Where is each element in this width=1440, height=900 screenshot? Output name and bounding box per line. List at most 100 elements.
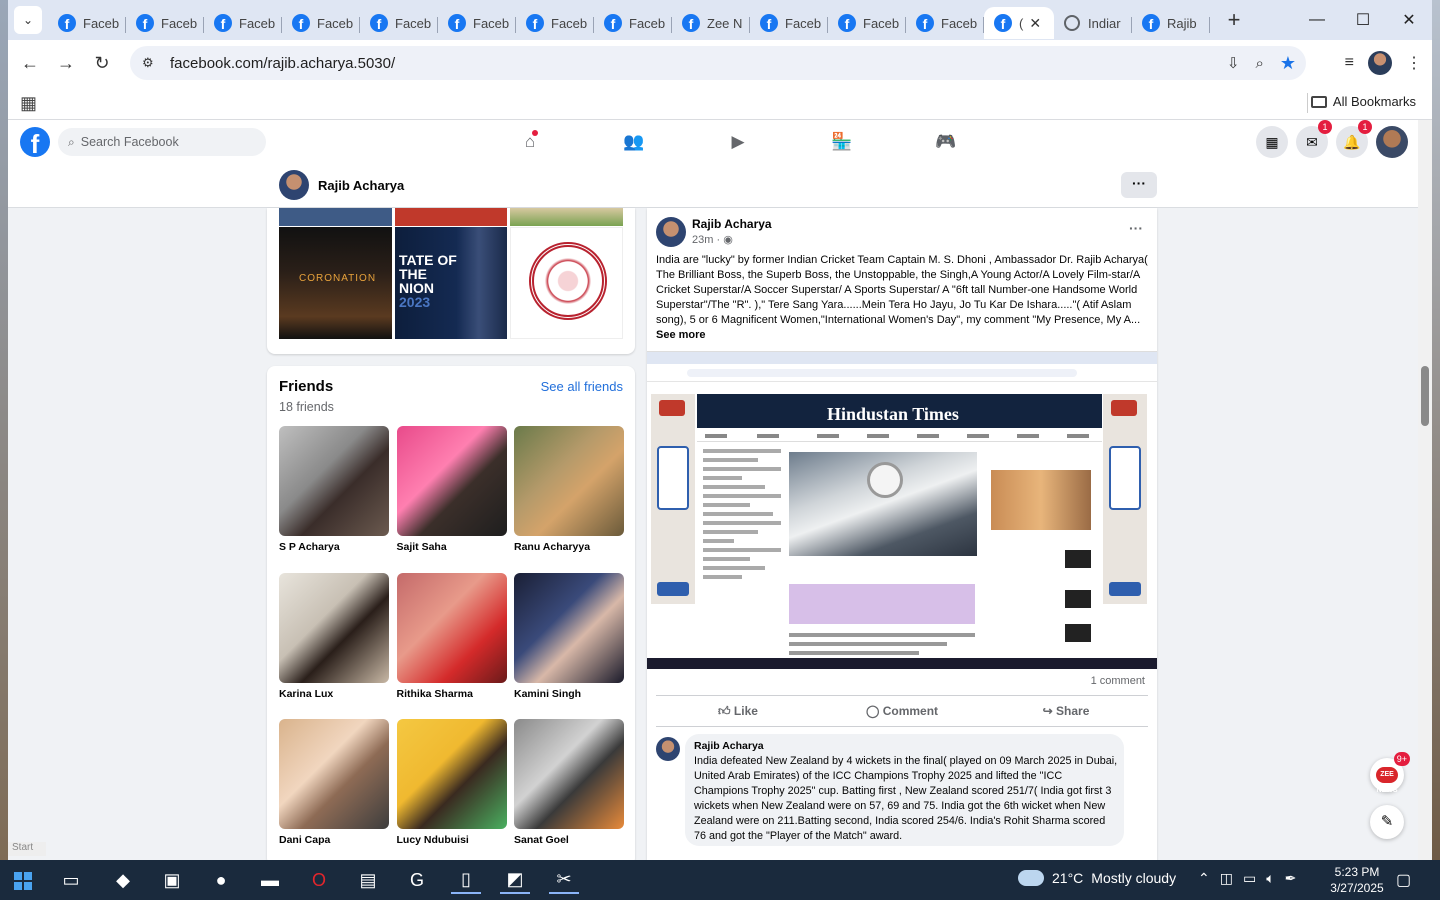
install-app-icon[interactable]: ⇩ <box>1227 54 1240 72</box>
friends-icon[interactable]: 👥 <box>582 120 686 164</box>
close-window-icon[interactable]: ✕ <box>1386 0 1432 40</box>
facebook-logo-icon[interactable]: f <box>20 127 50 157</box>
comment-author-name[interactable]: Rajib Acharya <box>694 740 764 752</box>
media-control-icon[interactable]: ≡ <box>1345 54 1354 72</box>
comment-author-avatar[interactable] <box>656 737 680 761</box>
friend-name[interactable]: Lucy Ndubuisi <box>397 834 507 846</box>
browser-tab[interactable]: f Faceb <box>438 7 516 39</box>
menu-grid-icon[interactable]: ▦ <box>1256 126 1288 158</box>
friend-name[interactable]: Karina Lux <box>279 688 389 700</box>
reload-icon[interactable]: ↻ <box>84 53 120 74</box>
share-button[interactable]: ↪ Share <box>984 696 1148 726</box>
back-icon[interactable]: ← <box>12 53 48 74</box>
site-info-icon[interactable]: ⚙ <box>142 55 160 71</box>
profile-more-button[interactable]: ··· <box>1121 172 1157 198</box>
friend-name[interactable]: Dani Capa <box>279 834 389 846</box>
browser-tab[interactable]: f Rajib <box>1132 7 1210 39</box>
comment-button[interactable]: ◯ Comment <box>820 696 984 726</box>
network-icon[interactable]: ▭ <box>1243 870 1256 887</box>
chevron-up-icon[interactable]: ⌃ <box>1198 870 1210 887</box>
video-icon[interactable]: ▶ <box>686 120 790 164</box>
friend-card[interactable]: Rithika Sharma <box>396 572 507 700</box>
browser-tab[interactable]: f Faceb <box>282 7 360 39</box>
friend-card[interactable]: Lucy Ndubuisi <box>396 719 507 846</box>
facebook-search-input[interactable]: ⌕ Search Facebook <box>58 128 266 156</box>
photo-strip-2[interactable] <box>395 208 507 226</box>
post-author-name[interactable]: Rajib Acharya <box>692 217 772 231</box>
friend-photo[interactable] <box>514 426 624 536</box>
zoom-icon[interactable]: ⌕ <box>1255 55 1263 72</box>
photo-strip-3[interactable] <box>510 208 623 226</box>
forward-icon[interactable]: → <box>48 53 84 74</box>
minimize-icon[interactable]: — <box>1294 0 1340 40</box>
page-scrollbar[interactable] <box>1418 120 1432 860</box>
apps-grid-icon[interactable]: ▦ <box>20 93 37 114</box>
friend-photo[interactable] <box>396 572 507 683</box>
opera-icon[interactable]: O <box>304 866 334 894</box>
friend-name[interactable]: Sanat Goel <box>514 834 624 846</box>
photo-state-of-union[interactable]: TATE OF THE NION 2023 <box>395 227 507 339</box>
copilot-icon[interactable]: ◆ <box>108 866 138 894</box>
maximize-icon[interactable]: ☐ <box>1340 0 1386 40</box>
friend-card[interactable]: Sanat Goel <box>514 719 624 846</box>
friend-photo[interactable] <box>514 719 624 829</box>
notifications-bell-icon[interactable]: 🔔 1 <box>1336 120 1372 158</box>
browser-tab[interactable]: f Zee N <box>672 7 750 39</box>
url-text[interactable]: facebook.com/rajib.acharya.5030/ <box>170 55 395 72</box>
browser-tab[interactable]: f Faceb <box>360 7 438 39</box>
browser-tab[interactable]: f Faceb <box>126 7 204 39</box>
scrollbar-thumb[interactable] <box>1421 366 1429 426</box>
photo-king-charles[interactable] <box>510 227 623 339</box>
file-explorer-icon[interactable]: ▬ <box>255 866 285 894</box>
all-bookmarks-button[interactable]: All Bookmarks <box>1310 94 1416 109</box>
marketplace-icon[interactable]: 🏪 <box>790 120 894 164</box>
address-bar[interactable]: ⚙ facebook.com/rajib.acharya.5030/ ⇩ ⌕ ★ <box>130 46 1306 80</box>
post-screenshot-image[interactable]: Hindustan Times <box>647 351 1157 669</box>
profile-avatar[interactable] <box>279 170 309 200</box>
profile-name[interactable]: Rajib Acharya <box>318 178 404 193</box>
friend-photo[interactable] <box>279 426 389 536</box>
snipping-tool-icon[interactable]: ✂ <box>549 866 579 894</box>
chrome-icon[interactable]: G <box>402 866 432 894</box>
windows-start-icon[interactable] <box>14 872 32 890</box>
browser-tab[interactable]: f Faceb <box>516 7 594 39</box>
browser-menu-icon[interactable]: ⋮ <box>1406 53 1422 73</box>
close-tab-icon[interactable]: ✕ <box>1029 15 1041 32</box>
friend-photo[interactable] <box>279 719 389 829</box>
firefox-icon[interactable]: ● <box>206 866 236 894</box>
browser-tab[interactable]: f Faceb <box>906 7 984 39</box>
comment-count[interactable]: 1 comment <box>1091 675 1145 687</box>
see-all-friends-link[interactable]: See all friends <box>541 379 623 394</box>
floating-chat-button[interactable]: ZEE NEWS 9+ <box>1370 752 1410 794</box>
photo-strip-1[interactable] <box>279 208 392 226</box>
post-author-avatar[interactable] <box>656 217 686 247</box>
task-view-icon[interactable]: ▭ <box>56 866 86 894</box>
friend-name[interactable]: Sajit Saha <box>397 541 507 553</box>
browser-profile-avatar[interactable] <box>1368 51 1392 75</box>
friend-name[interactable]: Ranu Acharyya <box>514 541 624 553</box>
remote-desktop-icon[interactable]: ▣ <box>157 866 187 894</box>
browser-tab[interactable]: f Faceb <box>750 7 828 39</box>
new-message-button[interactable]: ✎ <box>1370 805 1404 839</box>
browser-tab[interactable]: f Faceb <box>204 7 282 39</box>
browser-tab[interactable]: f (✕ <box>984 7 1054 39</box>
photo-coronation[interactable]: CORONATION <box>279 227 392 339</box>
microsoft-store-icon[interactable]: ▤ <box>353 866 383 894</box>
like-button[interactable]: 👍︎ Like <box>656 696 820 726</box>
friend-photo[interactable] <box>279 572 389 683</box>
new-tab-button[interactable]: + <box>1220 7 1248 33</box>
friend-card[interactable]: Ranu Acharyya <box>514 426 624 553</box>
friend-name[interactable]: Kamini Singh <box>514 688 624 700</box>
volume-icon[interactable]: 🔈︎ <box>1266 870 1274 887</box>
messenger-icon[interactable]: ✉ 1 <box>1296 120 1332 158</box>
see-more-link[interactable]: See more <box>656 329 706 341</box>
friend-card[interactable]: S P Acharya <box>279 426 389 553</box>
browser-tab[interactable]: Indiar <box>1054 7 1132 39</box>
friend-card[interactable]: Kamini Singh <box>514 572 624 700</box>
friend-card[interactable]: Dani Capa <box>279 719 389 846</box>
friend-name[interactable]: Rithika Sharma <box>397 688 507 700</box>
account-avatar[interactable] <box>1376 126 1408 158</box>
friend-card[interactable]: Karina Lux <box>279 572 389 700</box>
tab-search-button[interactable]: ⌄ <box>14 6 42 34</box>
friend-photo[interactable] <box>514 572 624 683</box>
